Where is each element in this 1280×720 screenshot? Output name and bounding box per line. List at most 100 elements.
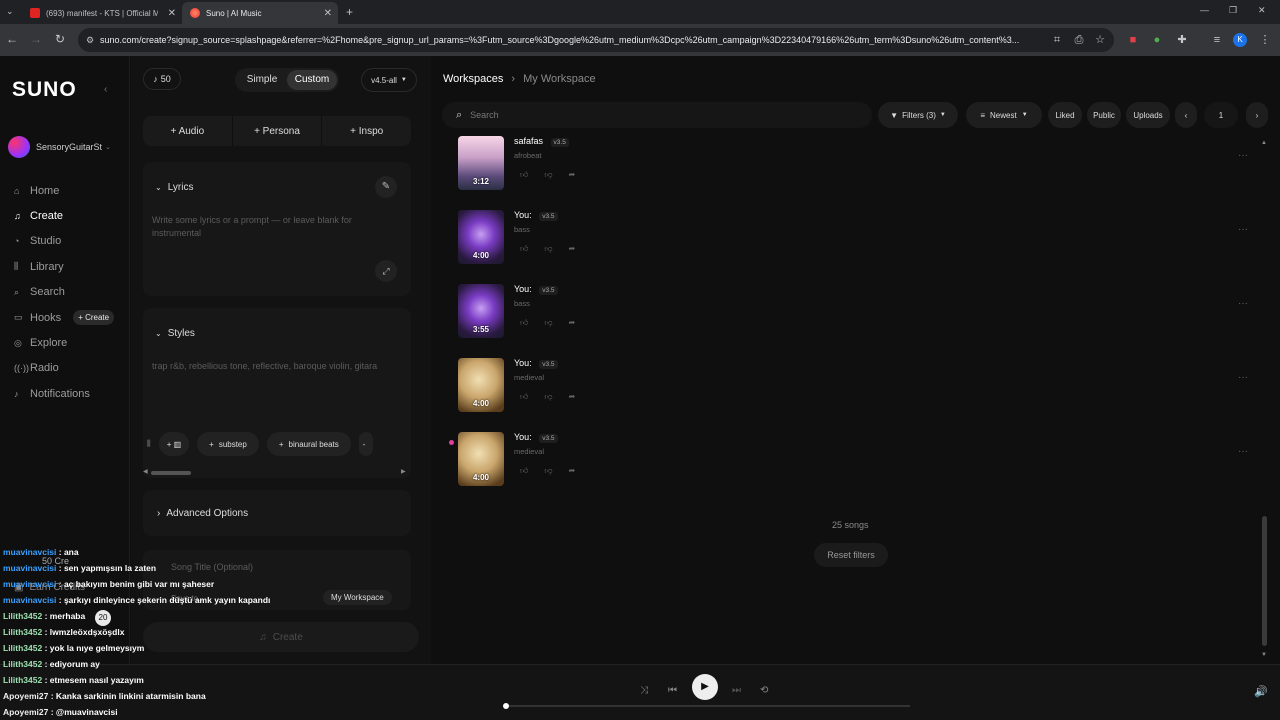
tab-list-icon[interactable]: ⌄ bbox=[6, 6, 14, 17]
song-title[interactable]: You: v3.5 bbox=[514, 432, 558, 443]
song-genre[interactable]: medieval bbox=[514, 447, 544, 456]
thumbs-down-icon[interactable]: 👎︎ bbox=[544, 244, 552, 254]
forward-icon[interactable]: → bbox=[28, 32, 44, 46]
song-title[interactable]: You: v3.5 bbox=[514, 210, 558, 221]
sidebar-item-radio[interactable]: ((·)) Radio bbox=[14, 356, 114, 381]
song-cover-image[interactable]: 3:55 bbox=[458, 284, 504, 338]
share-icon[interactable]: ➦ bbox=[569, 466, 576, 476]
lyrics-input[interactable]: Write some lyrics or a prompt — or leave… bbox=[152, 214, 372, 240]
thumbs-up-icon[interactable]: 👍︎ bbox=[520, 318, 528, 328]
extension-red-icon[interactable]: ■ bbox=[1126, 33, 1140, 47]
style-tag[interactable]: + substep bbox=[197, 432, 259, 456]
bookmark-star-icon[interactable]: ☆ bbox=[1093, 33, 1107, 47]
sidebar-item-library[interactable]: ⫼ Library bbox=[14, 254, 114, 279]
song-genre[interactable]: bass bbox=[514, 225, 530, 234]
sidebar-item-home[interactable]: ⌂ Home bbox=[14, 178, 114, 203]
new-tab-button[interactable]: + bbox=[346, 5, 353, 19]
add-tag-button[interactable]: + ▥ bbox=[158, 432, 190, 456]
back-icon[interactable]: ← bbox=[4, 32, 20, 46]
thumbs-down-icon[interactable]: 👎︎ bbox=[544, 466, 552, 476]
song-title[interactable]: You: v3.5 bbox=[514, 284, 558, 295]
progress-knob[interactable] bbox=[503, 703, 509, 709]
expand-icon[interactable]: ⤢ bbox=[375, 260, 397, 282]
thumbs-up-icon[interactable]: 👍︎ bbox=[520, 244, 528, 254]
scrollbar-thumb[interactable] bbox=[151, 471, 191, 475]
thumbs-up-icon[interactable]: 👍︎ bbox=[520, 170, 528, 180]
reset-filters-button[interactable]: Reset filters bbox=[814, 543, 888, 567]
sidebar-item-studio[interactable]: ◔ Studio bbox=[14, 229, 114, 254]
thumbs-up-icon[interactable]: 👍︎ bbox=[520, 466, 528, 476]
sidebar-item-notifications[interactable]: ♪ Notifications bbox=[14, 381, 114, 406]
filters-button[interactable]: ▼ Filters (3) ▼ bbox=[878, 102, 958, 128]
share-icon[interactable]: ➦ bbox=[569, 244, 576, 254]
restore-icon[interactable]: ❐ bbox=[1229, 5, 1237, 16]
share-icon[interactable]: ➦ bbox=[569, 318, 576, 328]
more-options-icon[interactable]: ··· bbox=[1238, 446, 1248, 457]
add-audio-button[interactable]: + Audio bbox=[143, 116, 233, 146]
repeat-icon[interactable]: ⟲ bbox=[760, 685, 768, 696]
next-page-button[interactable]: › bbox=[1246, 102, 1268, 128]
advanced-options-toggle[interactable]: › Advanced Options bbox=[143, 490, 411, 536]
close-tab-icon[interactable]: ✕ bbox=[324, 8, 332, 19]
translate-icon[interactable]: ⌗ bbox=[1050, 33, 1064, 47]
scroll-down-icon[interactable]: ▼ bbox=[1261, 652, 1267, 658]
song-title[interactable]: safafas v3.5 bbox=[514, 136, 569, 147]
more-options-icon[interactable]: ··· bbox=[1238, 224, 1248, 235]
volume-icon[interactable]: 🔊 bbox=[1254, 685, 1268, 698]
song-title[interactable]: You: v3.5 bbox=[514, 358, 558, 369]
sidebar-item-hooks[interactable]: ▭ Hooks + Create bbox=[14, 305, 115, 330]
thumbs-down-icon[interactable]: 👎︎ bbox=[544, 392, 552, 402]
play-button[interactable]: ▶ bbox=[692, 674, 718, 700]
mode-simple-button[interactable]: Simple bbox=[237, 70, 287, 90]
sort-button[interactable]: ≡ Newest ▼ bbox=[966, 102, 1042, 128]
extensions-puzzle-icon[interactable]: ✚ bbox=[1175, 33, 1189, 47]
shuffle-icon[interactable]: ⤨ bbox=[640, 685, 648, 696]
song-cover-image[interactable]: 3:12 bbox=[458, 136, 504, 190]
song-row[interactable]: 4:00 You: v3.5 medieval 👍︎ 👎︎ ➦ ··· bbox=[458, 432, 1248, 492]
sidebar-item-search[interactable]: ⌕ Search bbox=[14, 280, 114, 305]
song-genre[interactable]: bass bbox=[514, 299, 530, 308]
scroll-right-icon[interactable]: ▶ bbox=[401, 468, 406, 475]
styles-input[interactable]: trap r&b, rebellious tone, reflective, b… bbox=[152, 360, 392, 373]
add-persona-button[interactable]: + Persona bbox=[233, 116, 323, 146]
previous-track-icon[interactable]: ⏮ bbox=[668, 685, 677, 696]
liked-filter-button[interactable]: Liked bbox=[1048, 102, 1082, 128]
extension-green-icon[interactable]: ● bbox=[1150, 33, 1164, 47]
sidebar-item-explore[interactable]: ◎ Explore bbox=[14, 330, 114, 355]
library-search-input[interactable]: ⌕ Search bbox=[442, 102, 872, 128]
profile-avatar[interactable]: K bbox=[1233, 33, 1247, 47]
close-window-icon[interactable]: ✕ bbox=[1258, 5, 1266, 16]
more-options-icon[interactable]: ··· bbox=[1238, 150, 1248, 161]
collapse-sidebar-icon[interactable]: ‹ bbox=[104, 84, 107, 95]
prev-page-button[interactable]: ‹ bbox=[1175, 102, 1197, 128]
credit-pill[interactable]: ♪ 50 bbox=[143, 68, 181, 90]
song-cover-image[interactable]: 4:00 bbox=[458, 432, 504, 486]
workspace-select[interactable]: My Workspace bbox=[323, 590, 392, 605]
hooks-create-button[interactable]: + Create bbox=[73, 310, 115, 326]
public-filter-button[interactable]: Public bbox=[1087, 102, 1121, 128]
mode-custom-button[interactable]: Custom bbox=[287, 70, 337, 90]
style-tag[interactable]: - bbox=[358, 432, 373, 456]
more-options-icon[interactable]: ··· bbox=[1238, 298, 1248, 309]
tab-youtube[interactable]: (693) manifest - KTS | Official M ✕ bbox=[22, 2, 182, 24]
tab-suno[interactable]: Suno | AI Music ✕ bbox=[182, 2, 338, 24]
song-genre[interactable]: afrobeat bbox=[514, 151, 542, 160]
share-icon[interactable]: ➦ bbox=[569, 170, 576, 180]
playback-progress[interactable] bbox=[503, 703, 910, 709]
page-number[interactable]: 1 bbox=[1204, 102, 1238, 128]
thumbs-down-icon[interactable]: 👎︎ bbox=[544, 170, 552, 180]
user-menu[interactable]: SensoryGuitarSt ⌄ bbox=[8, 136, 111, 158]
thumbs-down-icon[interactable]: 👎︎ bbox=[544, 318, 552, 328]
library-small-icon[interactable]: ⫼ bbox=[147, 439, 151, 449]
style-tag[interactable]: + binaural beats bbox=[266, 432, 351, 456]
sidebar-item-create[interactable]: ♫ Create bbox=[14, 203, 114, 228]
add-inspo-button[interactable]: + Inspo bbox=[322, 116, 411, 146]
more-options-icon[interactable]: ··· bbox=[1238, 372, 1248, 383]
browser-menu-icon[interactable]: ⋮ bbox=[1258, 33, 1272, 47]
media-controls-icon[interactable]: ≡ bbox=[1210, 33, 1224, 47]
song-cover-image[interactable]: 4:00 bbox=[458, 210, 504, 264]
song-row[interactable]: 3:12 safafas v3.5 afrobeat 👍︎ 👎︎ ➦ ··· bbox=[458, 136, 1248, 196]
install-icon[interactable]: ⎙ bbox=[1072, 33, 1086, 47]
song-row[interactable]: 3:55 You: v3.5 bass 👍︎ 👎︎ ➦ ··· bbox=[458, 284, 1248, 344]
next-track-icon[interactable]: ⏭ bbox=[732, 685, 741, 696]
